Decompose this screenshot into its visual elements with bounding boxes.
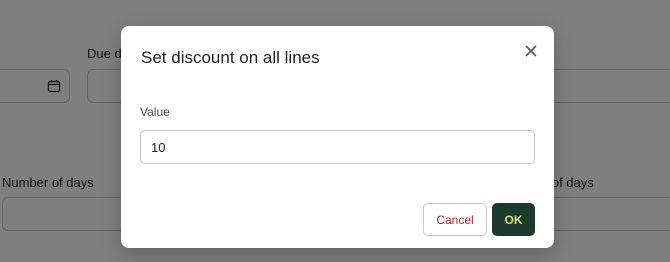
cancel-button[interactable]: Cancel (423, 203, 487, 236)
value-input[interactable] (140, 130, 535, 164)
ok-button[interactable]: OK (492, 203, 535, 236)
dialog-title: Set discount on all lines (141, 48, 320, 67)
close-icon[interactable] (522, 42, 540, 60)
value-label: Value (140, 105, 170, 119)
set-discount-dialog: Set discount on all lines Value Cancel O… (121, 26, 554, 248)
